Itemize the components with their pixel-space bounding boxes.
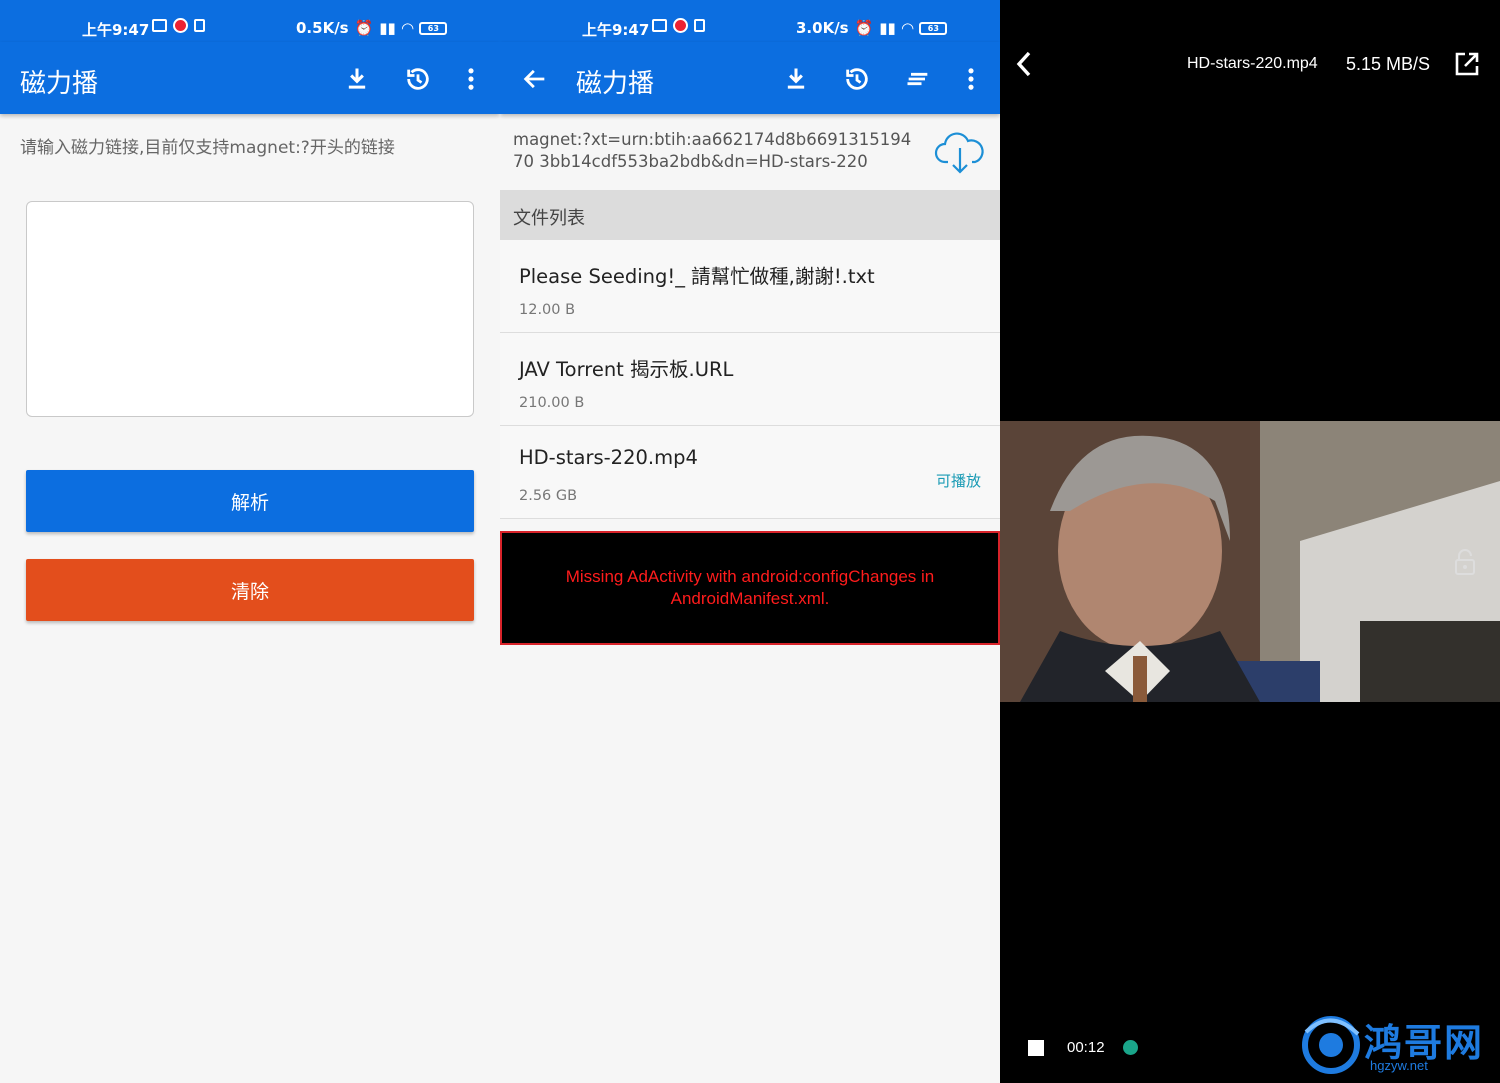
file-name: HD-stars-220.mp4 <box>519 446 698 469</box>
file-size: 12.00 B <box>519 302 576 318</box>
wifi-icon: ◠ <box>901 19 914 37</box>
notification-icons <box>652 18 705 33</box>
status-right: 0.5K/s ⏰ ▮▮ ◠ 63 <box>296 19 448 37</box>
alarm-icon: ⏰ <box>354 19 374 37</box>
file-name: Please Seeding!_ 請幫忙做種,謝謝!.txt <box>519 265 875 288</box>
magnet-input[interactable] <box>26 201 474 417</box>
magnet-input-screen: 上午9:47 0.5K/s ⏰ ▮▮ ◠ 63 磁力播 请输入磁力链接,目前仅支… <box>0 0 500 1083</box>
app-notification-icon <box>173 18 188 33</box>
alarm-icon: ⏰ <box>854 19 874 37</box>
file-list-header: 文件列表 <box>500 190 1000 240</box>
signal-icon: ▮▮ <box>379 19 396 37</box>
app-title: 磁力播 <box>20 69 99 99</box>
watermark-logo: 鸿哥网 hgzyw.net <box>1298 1010 1498 1080</box>
net-speed: 3.0K/s <box>796 19 849 37</box>
app-bar: 磁力播 <box>0 42 500 114</box>
signal-icon: ▮▮ <box>879 19 896 37</box>
file-size: 2.56 GB <box>519 488 578 504</box>
download-icon[interactable] <box>779 62 813 96</box>
trash-icon <box>194 19 205 32</box>
current-time: 00:12 <box>1067 1039 1105 1056</box>
more-vert-icon[interactable] <box>454 62 488 96</box>
back-arrow-icon[interactable] <box>518 62 552 96</box>
status-time: 上午9:47 <box>582 21 650 39</box>
app-bar: 磁力播 <box>500 42 1000 114</box>
app-notification-icon <box>673 18 688 33</box>
wifi-icon: ◠ <box>401 19 414 37</box>
message-icon <box>652 19 667 32</box>
file-list-screen: 上午9:47 3.0K/s ⏰ ▮▮ ◠ 63 磁力播 magnet:?xt=u… <box>500 0 1000 1083</box>
stop-icon[interactable] <box>1028 1040 1044 1056</box>
magnet-link: magnet:?xt=urn:btih:aa662174d8b669131519… <box>513 130 912 171</box>
file-list-header-label: 文件列表 <box>513 208 585 229</box>
cloud-download-icon[interactable] <box>934 130 986 180</box>
input-hint: 请输入磁力链接,目前仅支持magnet:?开头的链接 <box>20 138 395 158</box>
status-bar: 上午9:47 3.0K/s ⏰ ▮▮ ◠ 63 <box>500 0 1000 42</box>
clear-button[interactable]: 清除 <box>26 559 474 621</box>
status-bar: 上午9:47 0.5K/s ⏰ ▮▮ ◠ 63 <box>0 0 500 42</box>
status-right: 3.0K/s ⏰ ▮▮ ◠ 63 <box>796 19 948 37</box>
parse-button[interactable]: 解析 <box>26 470 474 532</box>
download-speed: 5.15 MB/S <box>1346 54 1431 74</box>
download-icon[interactable] <box>340 62 374 96</box>
chevron-left-icon[interactable] <box>1012 48 1036 84</box>
message-icon <box>152 19 167 32</box>
file-row[interactable]: HD-stars-220.mp4 2.56 GB 可播放 <box>500 426 1000 519</box>
battery-icon: 63 <box>919 21 948 35</box>
more-vert-icon[interactable] <box>954 62 988 96</box>
video-player-screen: HD-stars-220.mp4 5.15 MB/S 00:12 鸿哥网 hgz <box>1000 0 1500 1083</box>
video-file-name: HD-stars-220.mp4 <box>1187 55 1318 72</box>
ad-error-text: Missing AdActivity with android:configCh… <box>565 567 935 608</box>
sort-icon[interactable] <box>901 62 935 96</box>
app-title: 磁力播 <box>576 69 655 99</box>
file-name: JAV Torrent 揭示板.URL <box>519 358 734 381</box>
trash-icon <box>694 19 705 32</box>
file-row[interactable]: Please Seeding!_ 請幫忙做種,謝謝!.txt 12.00 B <box>500 240 1000 333</box>
status-time: 上午9:47 <box>82 21 150 39</box>
battery-icon: 63 <box>419 21 448 35</box>
watermark-url: hgzyw.net <box>1370 1058 1428 1073</box>
file-size: 210.00 B <box>519 395 585 411</box>
ad-error-banner: Missing AdActivity with android:configCh… <box>500 531 1000 645</box>
lock-icon[interactable] <box>1453 548 1477 580</box>
history-icon[interactable] <box>401 62 435 96</box>
file-row[interactable]: JAV Torrent 揭示板.URL 210.00 B <box>500 333 1000 426</box>
notification-icons <box>152 18 205 33</box>
video-frame[interactable] <box>1000 421 1500 702</box>
history-icon[interactable] <box>840 62 874 96</box>
playable-badge[interactable]: 可播放 <box>936 470 981 491</box>
seek-handle[interactable] <box>1123 1040 1138 1055</box>
net-speed: 0.5K/s <box>296 19 349 37</box>
open-external-icon[interactable] <box>1453 50 1481 82</box>
